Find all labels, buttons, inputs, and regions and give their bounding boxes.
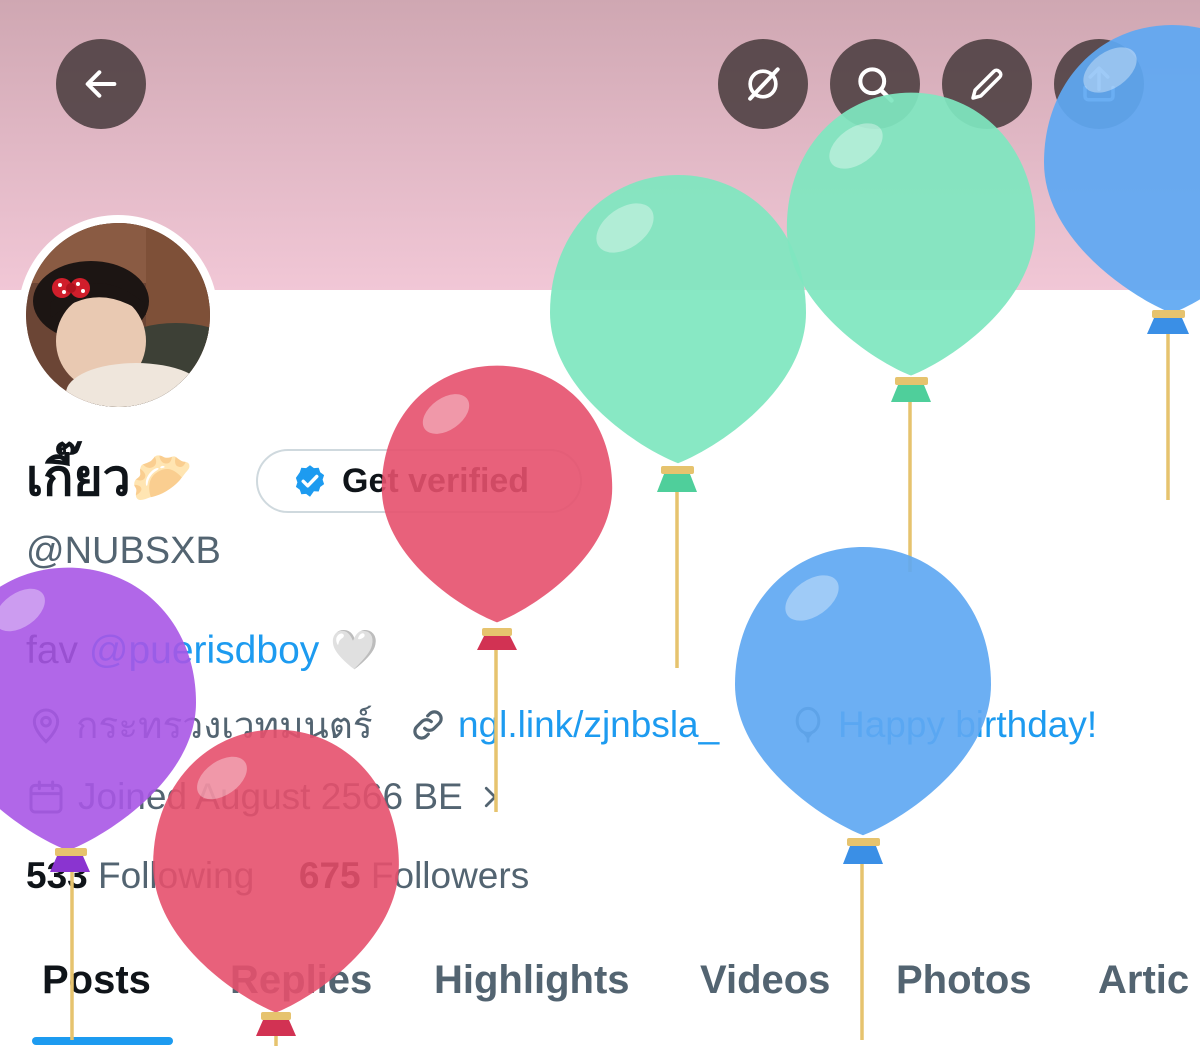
birthday: Happy birthday! xyxy=(788,700,1097,750)
avatar[interactable] xyxy=(18,215,218,415)
display-name-text: เกี๊ยว xyxy=(26,450,131,506)
location-pin-icon xyxy=(32,708,60,744)
tab-highlights[interactable]: Highlights xyxy=(434,958,630,1003)
avatar-photo xyxy=(26,223,210,407)
joined-text: Joined August 2566 BE xyxy=(78,776,463,817)
arrow-left-icon xyxy=(85,70,117,98)
location-text: กระทรวงเวทมนตร์ xyxy=(76,704,373,746)
balloon-icon xyxy=(795,706,821,743)
edit-icon xyxy=(971,68,1003,100)
edit-button[interactable] xyxy=(942,39,1032,129)
calendar-icon xyxy=(29,780,63,814)
share-button[interactable] xyxy=(1054,39,1144,129)
location: กระทรวงเวทมนตร์ xyxy=(26,700,373,750)
bio-text: fav xyxy=(26,629,89,672)
tab-articles[interactable]: Artic xyxy=(1098,958,1189,1003)
search-icon xyxy=(858,67,894,103)
link-icon xyxy=(413,710,443,740)
username-handle: @NUBSXB xyxy=(26,530,221,572)
verified-badge-icon xyxy=(295,465,325,497)
joined-date[interactable]: Joined August 2566 BE xyxy=(26,772,505,822)
website[interactable]: ngl.link/zjnbsla_ xyxy=(408,700,719,750)
display-name: เกี๊ยว🥟 xyxy=(26,448,193,508)
tab-photos[interactable]: Photos xyxy=(896,958,1032,1003)
white-heart-emoji: 🤍 xyxy=(330,629,379,672)
followers-link[interactable]: 675 Followers xyxy=(299,855,529,896)
bio-mention-link[interactable]: @puerisdboy xyxy=(89,629,319,672)
following-label: Following xyxy=(98,855,255,896)
grok-button[interactable] xyxy=(718,39,808,129)
chevron-right-icon xyxy=(484,786,497,808)
birthday-text: Happy birthday! xyxy=(838,704,1098,745)
following-count: 533 xyxy=(26,855,88,896)
active-tab-indicator xyxy=(32,1037,173,1045)
bio: fav @puerisdboy 🤍 xyxy=(26,627,379,673)
get-verified-label: Get verified xyxy=(342,461,530,500)
back-button[interactable] xyxy=(56,39,146,129)
followers-label: Followers xyxy=(370,855,530,896)
tab-replies[interactable]: Replies xyxy=(230,958,372,1003)
grok-icon xyxy=(748,67,780,101)
followers-count: 675 xyxy=(298,855,361,896)
following-link[interactable]: 533 Following xyxy=(26,855,254,896)
share-icon xyxy=(1083,66,1115,102)
follow-stats: 533 Following 675 Followers xyxy=(26,855,529,897)
dumpling-emoji: 🥟 xyxy=(130,450,194,506)
tab-posts[interactable]: Posts xyxy=(42,958,151,1003)
website-link[interactable]: ngl.link/zjnbsla_ xyxy=(458,704,719,746)
get-verified-button[interactable]: Get verified xyxy=(256,449,582,513)
search-button[interactable] xyxy=(830,39,920,129)
tab-videos[interactable]: Videos xyxy=(700,958,830,1003)
